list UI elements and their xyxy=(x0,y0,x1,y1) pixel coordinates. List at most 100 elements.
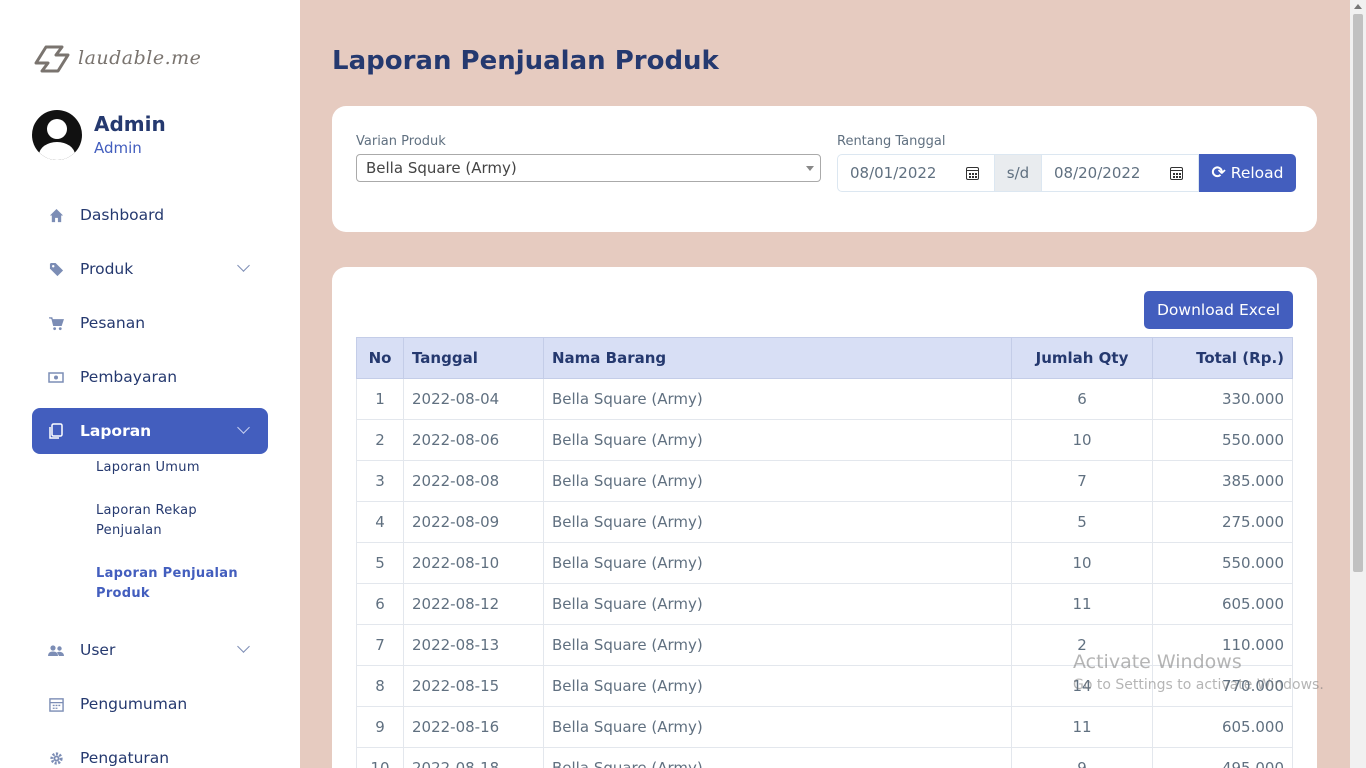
date-to-value: 08/20/2022 xyxy=(1054,164,1141,182)
logo-text: laudable.me xyxy=(78,47,202,69)
caret-down-icon xyxy=(806,166,814,171)
cell-nama-barang: Bella Square (Army) xyxy=(543,419,1012,461)
cell-no: 7 xyxy=(356,624,404,666)
download-excel-button[interactable]: Download Excel xyxy=(1143,291,1293,329)
reload-label: Reload xyxy=(1230,164,1284,182)
table-row: 7 2022-08-13 Bella Square (Army) 2 110.000 xyxy=(356,624,1293,666)
cell-tanggal: 2022-08-15 xyxy=(403,665,544,707)
sidebar-item-label: Pengaturan xyxy=(80,749,170,767)
sidebar-item-label: Produk xyxy=(80,260,134,278)
cell-total: 550.000 xyxy=(1152,419,1293,461)
scrollbar-thumb[interactable] xyxy=(1353,14,1363,572)
cell-tanggal: 2022-08-12 xyxy=(403,583,544,625)
cell-total: 385.000 xyxy=(1152,460,1293,502)
users-icon xyxy=(48,642,64,658)
varian-select-value: Bella Square (Army) xyxy=(366,159,517,177)
chevron-down-icon xyxy=(237,421,250,434)
sidebar-item-pengaturan[interactable]: Pengaturan xyxy=(32,735,268,768)
cell-qty: 5 xyxy=(1011,501,1153,543)
cell-qty: 14 xyxy=(1011,665,1153,707)
cell-nama-barang: Bella Square (Army) xyxy=(543,583,1012,625)
cash-icon xyxy=(48,369,64,385)
column-header-no[interactable]: No xyxy=(356,337,404,379)
column-header-nama-barang[interactable]: Nama Barang xyxy=(543,337,1012,379)
sidebar-item-label: Pembayaran xyxy=(80,368,178,386)
cell-qty: 10 xyxy=(1011,542,1153,584)
cell-nama-barang: Bella Square (Army) xyxy=(543,747,1012,768)
cell-no: 5 xyxy=(356,542,404,584)
column-header-jumlah-qty[interactable]: Jumlah Qty xyxy=(1011,337,1153,379)
cell-no: 6 xyxy=(356,583,404,625)
cell-qty: 2 xyxy=(1011,624,1153,666)
table-row: 5 2022-08-10 Bella Square (Army) 10 550.000 xyxy=(356,542,1293,584)
cell-qty: 7 xyxy=(1011,460,1153,502)
submenu-laporan-rekap-penjualan[interactable]: Laporan Rekap Penjualan xyxy=(96,501,246,541)
sidebar-item-label: Dashboard xyxy=(80,206,165,224)
calendar-icon[interactable] xyxy=(966,167,979,180)
cell-tanggal: 2022-08-13 xyxy=(403,624,544,666)
cell-qty: 11 xyxy=(1011,706,1153,748)
calendar-icon[interactable] xyxy=(1170,167,1183,180)
table-row: 2 2022-08-06 Bella Square (Army) 10 550.000 xyxy=(356,419,1293,461)
sidebar-item-pesanan[interactable]: Pesanan xyxy=(32,300,268,346)
table-body: 1 2022-08-04 Bella Square (Army) 6 330.000 2… xyxy=(356,378,1293,768)
scroll-up-arrow-icon[interactable] xyxy=(1354,4,1362,9)
cell-total: 495.000 xyxy=(1152,747,1293,768)
column-header-total[interactable]: Total (Rp.) xyxy=(1152,337,1293,379)
cell-tanggal: 2022-08-08 xyxy=(403,460,544,502)
range-label: Rentang Tanggal xyxy=(837,134,946,149)
table-row: 9 2022-08-16 Bella Square (Army) 11 605.000 xyxy=(356,706,1293,748)
cell-nama-barang: Bella Square (Army) xyxy=(543,460,1012,502)
brand-logo[interactable]: laudable.me xyxy=(32,40,201,76)
cell-no: 10 xyxy=(356,747,404,768)
cell-total: 275.000 xyxy=(1152,501,1293,543)
sidebar-item-pembayaran[interactable]: Pembayaran xyxy=(32,354,268,400)
sidebar-item-user[interactable]: User xyxy=(32,627,268,673)
document-icon xyxy=(48,423,64,439)
cell-total: 770.000 xyxy=(1152,665,1293,707)
sidebar-item-label: Pengumuman xyxy=(80,695,188,713)
cell-tanggal: 2022-08-09 xyxy=(403,501,544,543)
cell-nama-barang: Bella Square (Army) xyxy=(543,542,1012,584)
table-row: 6 2022-08-12 Bella Square (Army) 11 605.000 xyxy=(356,583,1293,625)
cell-no: 1 xyxy=(356,378,404,420)
submenu-laporan-umum[interactable]: Laporan Umum xyxy=(96,458,246,478)
table-row: 10 2022-08-18 Bella Square (Army) 9 495.000 xyxy=(356,747,1293,768)
sidebar-item-label: User xyxy=(80,641,116,659)
cell-nama-barang: Bella Square (Army) xyxy=(543,665,1012,707)
sidebar-item-dashboard[interactable]: Dashboard xyxy=(32,192,268,238)
page-title: Laporan Penjualan Produk xyxy=(332,46,719,76)
column-header-tanggal[interactable]: Tanggal xyxy=(403,337,544,379)
cell-tanggal: 2022-08-10 xyxy=(403,542,544,584)
cell-total: 605.000 xyxy=(1152,706,1293,748)
chevron-down-icon xyxy=(237,259,250,272)
sidebar-item-pengumuman[interactable]: Pengumuman xyxy=(32,681,268,727)
date-from-input[interactable]: 08/01/2022 xyxy=(837,154,995,192)
cell-nama-barang: Bella Square (Army) xyxy=(543,706,1012,748)
varian-label: Varian Produk xyxy=(356,134,446,149)
cell-tanggal: 2022-08-06 xyxy=(403,419,544,461)
sidebar-item-produk[interactable]: Produk xyxy=(32,246,268,292)
submenu-laporan-penjualan-produk[interactable]: Laporan Penjualan Produk xyxy=(96,564,246,604)
cell-total: 550.000 xyxy=(1152,542,1293,584)
cell-total: 605.000 xyxy=(1152,583,1293,625)
sidebar-item-laporan[interactable]: Laporan xyxy=(32,408,268,454)
cell-total: 110.000 xyxy=(1152,624,1293,666)
profile-name: Admin xyxy=(94,112,166,136)
cell-nama-barang: Bella Square (Army) xyxy=(543,624,1012,666)
cell-total: 330.000 xyxy=(1152,378,1293,420)
logo-icon xyxy=(34,45,70,73)
report-table: No Tanggal Nama Barang Jumlah Qty Total … xyxy=(356,337,1293,768)
reload-button[interactable]: ⟳ Reload xyxy=(1199,154,1296,192)
date-to-input[interactable]: 08/20/2022 xyxy=(1041,154,1199,192)
calendar-icon xyxy=(48,696,64,712)
gear-icon xyxy=(48,750,64,766)
varian-select[interactable]: Bella Square (Army) xyxy=(356,154,821,182)
cart-icon xyxy=(48,315,64,331)
cell-no: 9 xyxy=(356,706,404,748)
sidebar-menu: Dashboard Produk Pesanan Pembayaran Lapo… xyxy=(32,192,268,768)
page-scrollbar[interactable] xyxy=(1350,0,1366,768)
cell-tanggal: 2022-08-16 xyxy=(403,706,544,748)
table-header-row: No Tanggal Nama Barang Jumlah Qty Total … xyxy=(356,337,1293,379)
sidebar-item-label: Pesanan xyxy=(80,314,146,332)
